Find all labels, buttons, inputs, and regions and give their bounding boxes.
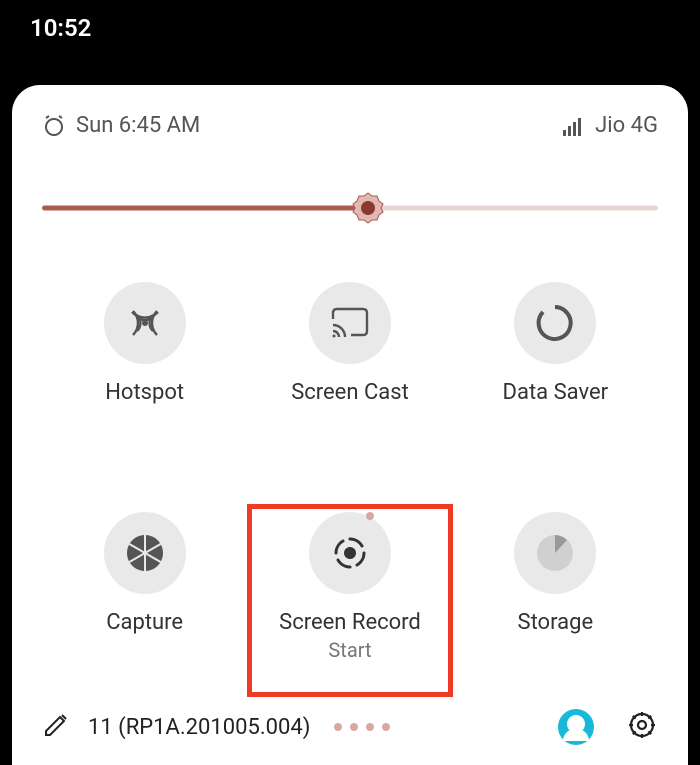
notification-dot (366, 512, 374, 520)
record-icon (309, 512, 391, 594)
network-label: Jio 4G (595, 113, 658, 138)
signal-icon (563, 116, 585, 136)
alarm-icon (42, 114, 66, 138)
gear-icon[interactable] (626, 709, 658, 745)
panel-time: Sun 6:45 AM (76, 113, 200, 138)
cast-icon (309, 282, 391, 364)
tile-capture[interactable]: Capture (42, 506, 247, 694)
tile-label: Data Saver (503, 382, 609, 404)
panel-header: Sun 6:45 AM Jio 4G (42, 113, 658, 138)
tile-sublabel: Start (279, 638, 421, 662)
slider-track (42, 206, 658, 211)
tile-screen-cast[interactable]: Screen Cast (247, 276, 452, 436)
storage-icon (514, 512, 596, 594)
page-dots (334, 723, 390, 731)
aperture-icon (104, 512, 186, 594)
tile-label: Screen Cast (291, 382, 409, 404)
status-bar-time: 10:52 (30, 14, 91, 42)
data-saver-icon (514, 282, 596, 364)
tile-storage[interactable]: Storage (453, 506, 658, 694)
brightness-icon[interactable] (351, 191, 385, 225)
dot (382, 723, 390, 731)
tile-screen-record[interactable]: Screen Record Start (247, 506, 452, 694)
tile-data-saver[interactable]: Data Saver (453, 276, 658, 436)
tiles-grid: Hotspot Screen Cast Data Saver (42, 276, 658, 693)
quick-settings-panel: Sun 6:45 AM Jio 4G (12, 85, 688, 765)
bottom-bar: 11 (RP1A.201005.004) (42, 693, 658, 745)
dot (366, 723, 374, 731)
tile-label: Hotspot (105, 382, 184, 404)
tile-label: Storage (518, 612, 594, 634)
tile-label: Capture (106, 612, 183, 634)
edit-icon[interactable] (42, 711, 70, 743)
status-bar: 10:52 (0, 0, 700, 55)
hotspot-icon (104, 282, 186, 364)
brightness-slider[interactable] (42, 188, 658, 228)
dot (334, 723, 342, 731)
dot (350, 723, 358, 731)
tile-label: Screen Record (279, 612, 421, 634)
user-avatar-icon[interactable] (558, 709, 594, 745)
build-number: 11 (RP1A.201005.004) (88, 715, 310, 740)
tile-hotspot[interactable]: Hotspot (42, 276, 247, 436)
